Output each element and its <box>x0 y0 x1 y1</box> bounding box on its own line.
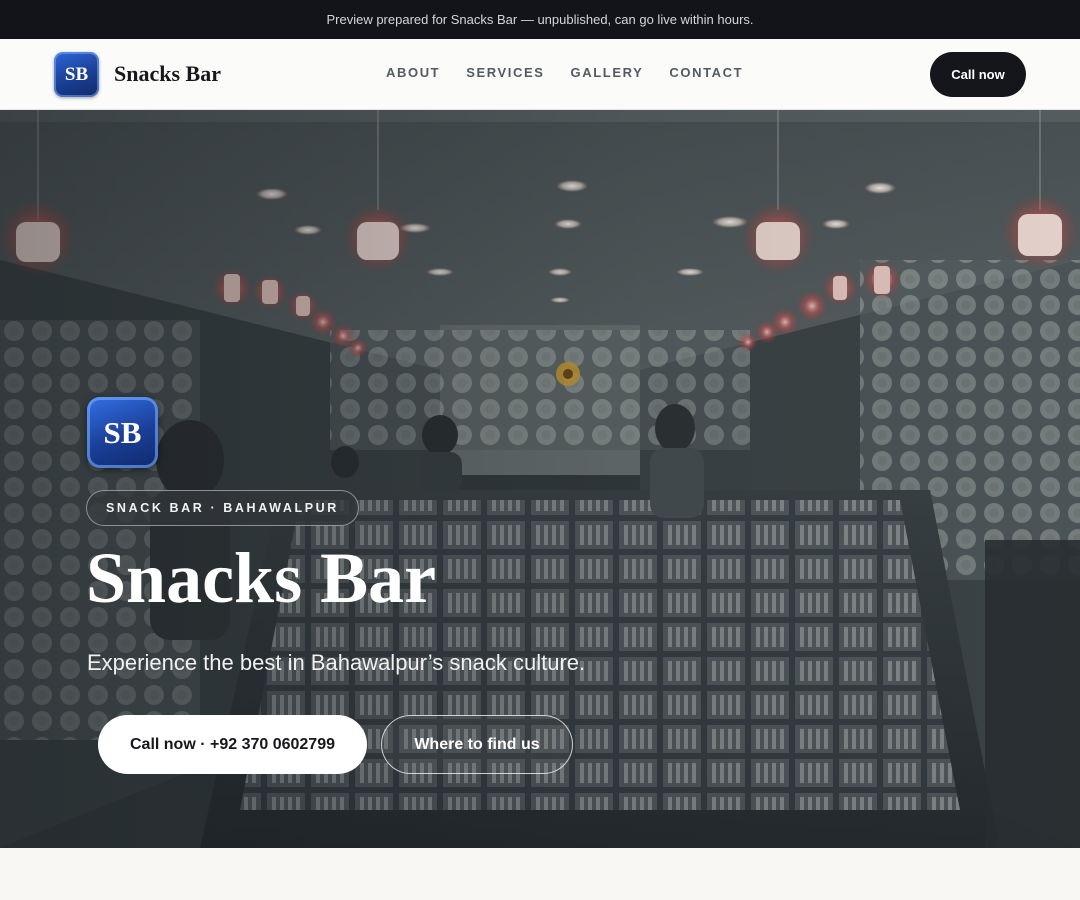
nav-link-gallery[interactable]: GALLERY <box>571 65 644 80</box>
hero-subtitle: Experience the best in Bahawalpur’s snac… <box>87 650 586 675</box>
call-now-button[interactable]: Call now <box>930 52 1026 97</box>
announcement-text: Preview prepared for Snacks Bar — unpubl… <box>326 12 754 27</box>
nav-link-services[interactable]: SERVICES <box>466 65 544 80</box>
nav-link-contact[interactable]: CONTACT <box>669 65 743 80</box>
site-header: SB Snacks Bar ABOUT SERVICES GALLERY CON… <box>0 39 1080 110</box>
brand-name[interactable]: Snacks Bar <box>114 61 221 87</box>
main-nav: ABOUT SERVICES GALLERY CONTACT <box>386 65 743 80</box>
hero-section: SB SNACK BAR · BAHAWALPUR Snacks Bar Exp… <box>0 110 1080 848</box>
hero-logo-badge: SB <box>87 397 158 468</box>
call-phone-button[interactable]: Call now · +92 370 0602799 <box>98 715 367 774</box>
find-us-button[interactable]: Where to find us <box>381 715 573 774</box>
nav-link-about[interactable]: ABOUT <box>386 65 440 80</box>
hero-title: Snacks Bar <box>86 538 437 618</box>
brand-logo[interactable]: SB <box>54 52 99 97</box>
hero-category-tag: SNACK BAR · BAHAWALPUR <box>86 490 359 526</box>
announcement-bar: Preview prepared for Snacks Bar — unpubl… <box>0 0 1080 39</box>
